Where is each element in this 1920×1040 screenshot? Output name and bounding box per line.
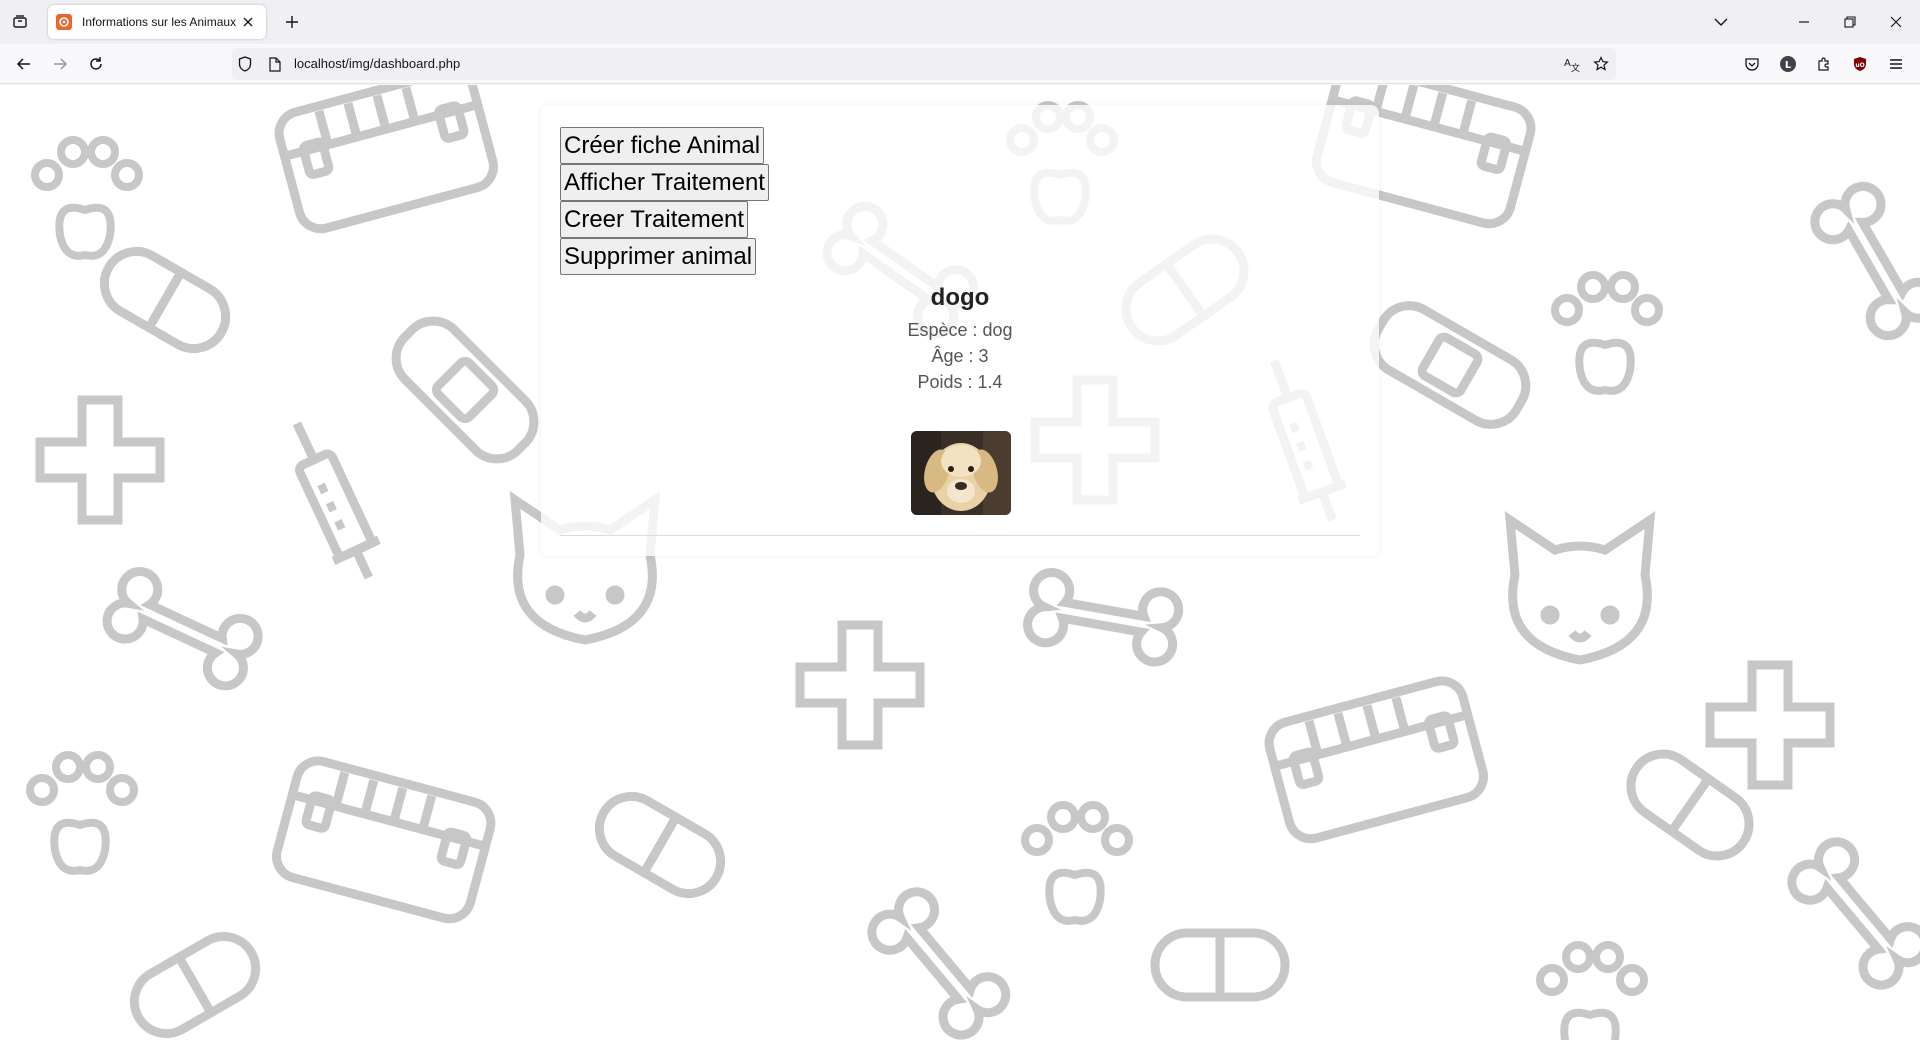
animal-age: Âge : 3 [931,346,989,366]
star-icon[interactable] [1592,55,1610,73]
page-viewport: Créer fiche Animal Afficher Traitement C… [0,85,1920,1040]
create-treatment-button[interactable]: Creer Traitement [560,201,749,238]
tab-bar: Informations sur les Animaux [0,0,1920,44]
menu-icon[interactable] [1880,48,1912,80]
page-icon [266,55,284,73]
reload-icon[interactable] [80,48,112,80]
animal-info: dogo Espèce : dog Âge : 3 Poids : 1.4 [541,283,1379,395]
translate-icon[interactable]: A文 [1563,55,1581,73]
svg-text:L: L [1785,60,1792,71]
tab-title: Informations sur les Animaux [82,15,237,29]
account-icon[interactable]: L [1772,48,1804,80]
active-tab[interactable]: Informations sur les Animaux [48,5,266,39]
create-animal-button[interactable]: Créer fiche Animal [560,127,765,164]
animal-photo [911,431,1011,515]
tab-list-icon[interactable] [0,0,40,44]
ublock-icon[interactable]: uO [1844,48,1876,80]
svg-text:uO: uO [1855,62,1864,69]
delete-animal-button[interactable]: Supprimer animal [560,238,757,275]
plus-icon[interactable] [280,10,304,34]
url-bar[interactable]: localhost/img/dashboard.php A文 [232,48,1616,80]
shield-icon[interactable] [236,55,254,73]
action-buttons: Créer fiche Animal Afficher Traitement C… [560,127,769,275]
url-text: localhost/img/dashboard.php [294,56,461,71]
window-close-icon[interactable] [1873,0,1919,44]
back-arrow-icon[interactable] [8,48,40,80]
svg-text:文: 文 [1571,62,1580,72]
pocket-icon[interactable] [1736,48,1768,80]
divider [560,535,1360,536]
svg-text:A: A [1564,58,1571,69]
extensions-icon[interactable] [1808,48,1840,80]
minimize-icon[interactable] [1781,0,1827,44]
animal-species: Espèce : dog [907,320,1013,340]
animal-weight: Poids : 1.4 [917,372,1003,392]
forward-arrow-icon[interactable] [44,48,76,80]
favicon-icon [56,14,72,30]
navigation-toolbar: localhost/img/dashboard.php A文 L uO [0,44,1920,84]
restore-icon[interactable] [1827,0,1873,44]
show-treatment-button[interactable]: Afficher Traitement [560,164,769,201]
chevron-down-icon[interactable] [1698,0,1744,44]
animal-card: Créer fiche Animal Afficher Traitement C… [541,105,1379,556]
close-icon[interactable] [238,12,258,32]
animal-name: dogo [930,284,990,311]
